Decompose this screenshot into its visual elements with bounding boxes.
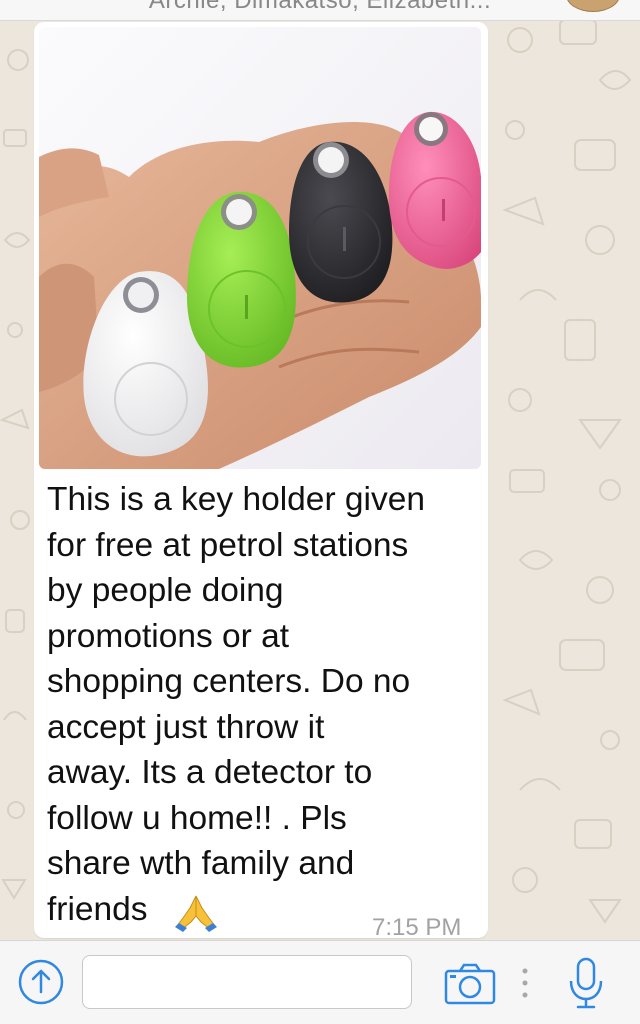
upload-arrow-icon[interactable]	[18, 959, 64, 1005]
message-input[interactable]	[82, 955, 412, 1009]
group-participants: Archie, Dimakatso, Elizabeth...	[148, 0, 492, 14]
photo-keyfinder-tags	[39, 27, 481, 469]
message-text: This is a key holder given for free at p…	[47, 481, 425, 928]
camera-icon[interactable]	[444, 963, 496, 1005]
more-options-icon[interactable]	[521, 965, 529, 1001]
chat-header[interactable]: Archie, Dimakatso, Elizabeth...	[0, 0, 640, 21]
message-input-bar	[0, 940, 640, 1024]
folded-hands-icon	[173, 894, 219, 934]
message-timestamp: 7:15 PM	[372, 914, 462, 941]
message-photo[interactable]	[39, 27, 481, 469]
microphone-icon[interactable]	[566, 955, 606, 1011]
message-bubble[interactable]: This is a key holder given for free at p…	[34, 22, 488, 941]
